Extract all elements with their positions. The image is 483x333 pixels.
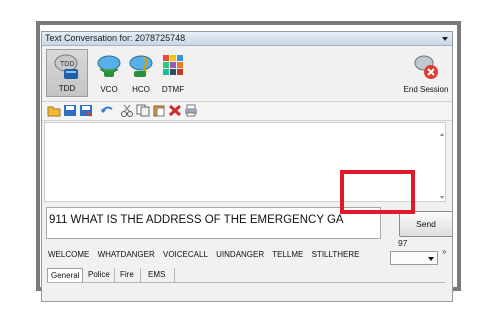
delete-icon[interactable] (168, 104, 182, 117)
text-conversation-window: Text Conversation for: 2078725748 TDD TD… (41, 31, 453, 302)
hco-label: HCO (132, 85, 150, 94)
more-phrases-chevron[interactable]: » (442, 247, 446, 256)
title-bar: Text Conversation for: 2078725748 (42, 32, 452, 46)
end-session-icon (412, 53, 440, 86)
svg-text:TDD: TDD (60, 61, 74, 68)
character-count: 97 (398, 238, 408, 248)
scroll-up-arrow-icon[interactable] (440, 133, 444, 136)
window-menu-arrow-icon[interactable] (442, 37, 448, 41)
vco-button[interactable]: VCO (94, 49, 124, 97)
hco-icon (128, 53, 154, 86)
quick-phrase-welcome[interactable]: WELCOME (48, 250, 89, 259)
window-title: Text Conversation for: 2078725748 (45, 33, 186, 43)
send-button-highlight (340, 170, 415, 214)
tab-ems[interactable]: EMS (145, 268, 175, 282)
quick-phrase-uindanger[interactable]: UINDANGER (216, 250, 264, 259)
paste-icon[interactable] (152, 104, 166, 117)
save-as-icon[interactable] (79, 104, 93, 117)
tab-fire[interactable]: Fire (117, 268, 141, 282)
tab-police[interactable]: Police (85, 268, 115, 282)
print-icon[interactable] (184, 104, 198, 117)
tab-general[interactable]: General (47, 268, 83, 282)
dtmf-label: DTMF (161, 85, 185, 94)
mode-ribbon: TDD TDD VCO HCO DTMF End Session (42, 47, 452, 99)
quick-phrase-whatdanger[interactable]: WHATDANGER (98, 250, 155, 259)
hco-button[interactable]: HCO (126, 49, 156, 97)
open-folder-icon[interactable] (47, 104, 61, 117)
phrase-dropdown[interactable] (390, 251, 438, 265)
scroll-down-arrow-icon[interactable] (440, 196, 444, 199)
dtmf-button[interactable]: DTMF (158, 49, 188, 97)
dtmf-keypad-icon (161, 53, 185, 84)
quick-phrase-tellme[interactable]: TELLME (272, 250, 303, 259)
quick-phrase-voicecall[interactable]: VOICECALL (163, 250, 208, 259)
send-button[interactable]: Send (399, 211, 452, 237)
message-input[interactable]: 911 WHAT IS THE ADDRESS OF THE EMERGENCY… (46, 207, 381, 239)
tab-content-panel (47, 282, 445, 299)
end-session-button[interactable]: End Session (402, 49, 450, 97)
quick-phrase-bar: WELCOME WHATDANGER VOICECALL UINDANGER T… (48, 250, 365, 262)
end-session-label: End Session (403, 85, 449, 94)
vco-icon (96, 53, 122, 86)
tdd-button[interactable]: TDD TDD (46, 49, 88, 97)
cut-icon[interactable] (120, 104, 134, 117)
undo-icon[interactable] (100, 104, 114, 117)
vco-label: VCO (100, 85, 118, 94)
tdd-label: TDD (58, 84, 76, 93)
toolbar (42, 101, 452, 121)
quick-phrase-stillthere[interactable]: STILLTHERE (312, 250, 360, 259)
save-icon[interactable] (63, 104, 77, 117)
tdd-phone-icon: TDD (52, 54, 82, 87)
chevron-down-icon (428, 257, 434, 261)
copy-icon[interactable] (136, 104, 150, 117)
